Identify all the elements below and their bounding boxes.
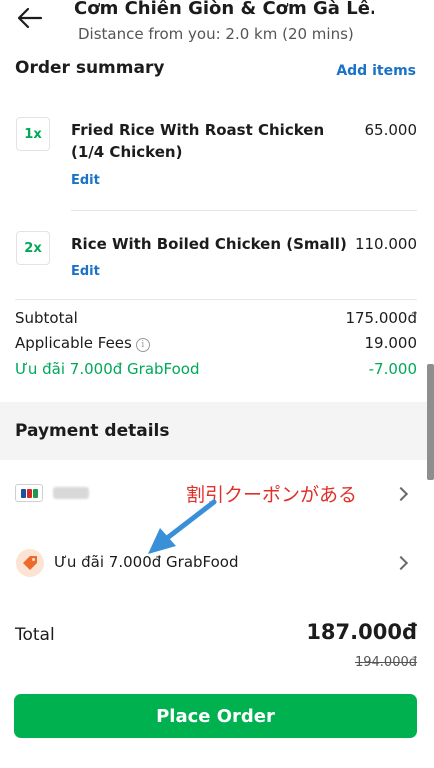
distance-subtitle: Distance from you: 2.0 km (20 mins) [78,25,354,43]
masked-card-number [53,487,89,499]
item-name: Rice With Boiled Chicken (Small) [71,235,347,253]
edit-item-link[interactable]: Edit [71,264,100,279]
fees-value: 19.000 [364,334,418,352]
total-value: 187.000đ [306,620,417,644]
place-order-button[interactable]: Place Order [14,694,417,738]
order-summary-title: Order summary [15,58,165,78]
item-price: 110.000 [354,235,417,253]
promo-label[interactable]: Ưu đãi 7.000đ GrabFood [54,553,239,571]
item-divider [71,210,417,211]
add-items-link[interactable]: Add items [336,63,416,79]
subtotal-value: 175.000đ [345,309,417,327]
total-label: Total [15,625,55,645]
promo-tag-icon [16,549,44,577]
info-icon[interactable]: i [135,338,150,352]
top-bar: Cơm Chiên Giòn & Cơm Gà Lê... Distance f… [0,0,434,54]
edit-item-link[interactable]: Edit [71,173,100,188]
chevron-right-icon[interactable] [393,555,409,571]
item-quantity[interactable]: 2x [16,231,50,265]
discount-value: -7.000 [368,360,417,378]
original-total-value: 194.000đ [354,655,417,670]
back-arrow-icon[interactable] [14,4,46,32]
item-quantity[interactable]: 1x [16,117,50,151]
payment-details-title: Payment details [15,421,170,441]
subtotal-label: Subtotal [15,309,78,327]
item-price: 65.000 [364,121,418,139]
chevron-right-icon[interactable] [393,486,409,502]
annotation-arrow-icon [148,499,217,554]
discount-label: Ưu đãi 7.000đ GrabFood [15,360,200,378]
restaurant-title: Cơm Chiên Giòn & Cơm Gà Lê... [74,0,374,19]
fees-row: Applicable Fees i [15,334,150,352]
fees-label: Applicable Fees [15,334,132,352]
scrollbar-thumb[interactable] [427,364,434,480]
jcb-card-icon [15,484,43,502]
item-name: Fried Rice With Roast Chicken (1/4 Chick… [71,121,325,161]
summary-divider [15,299,417,300]
